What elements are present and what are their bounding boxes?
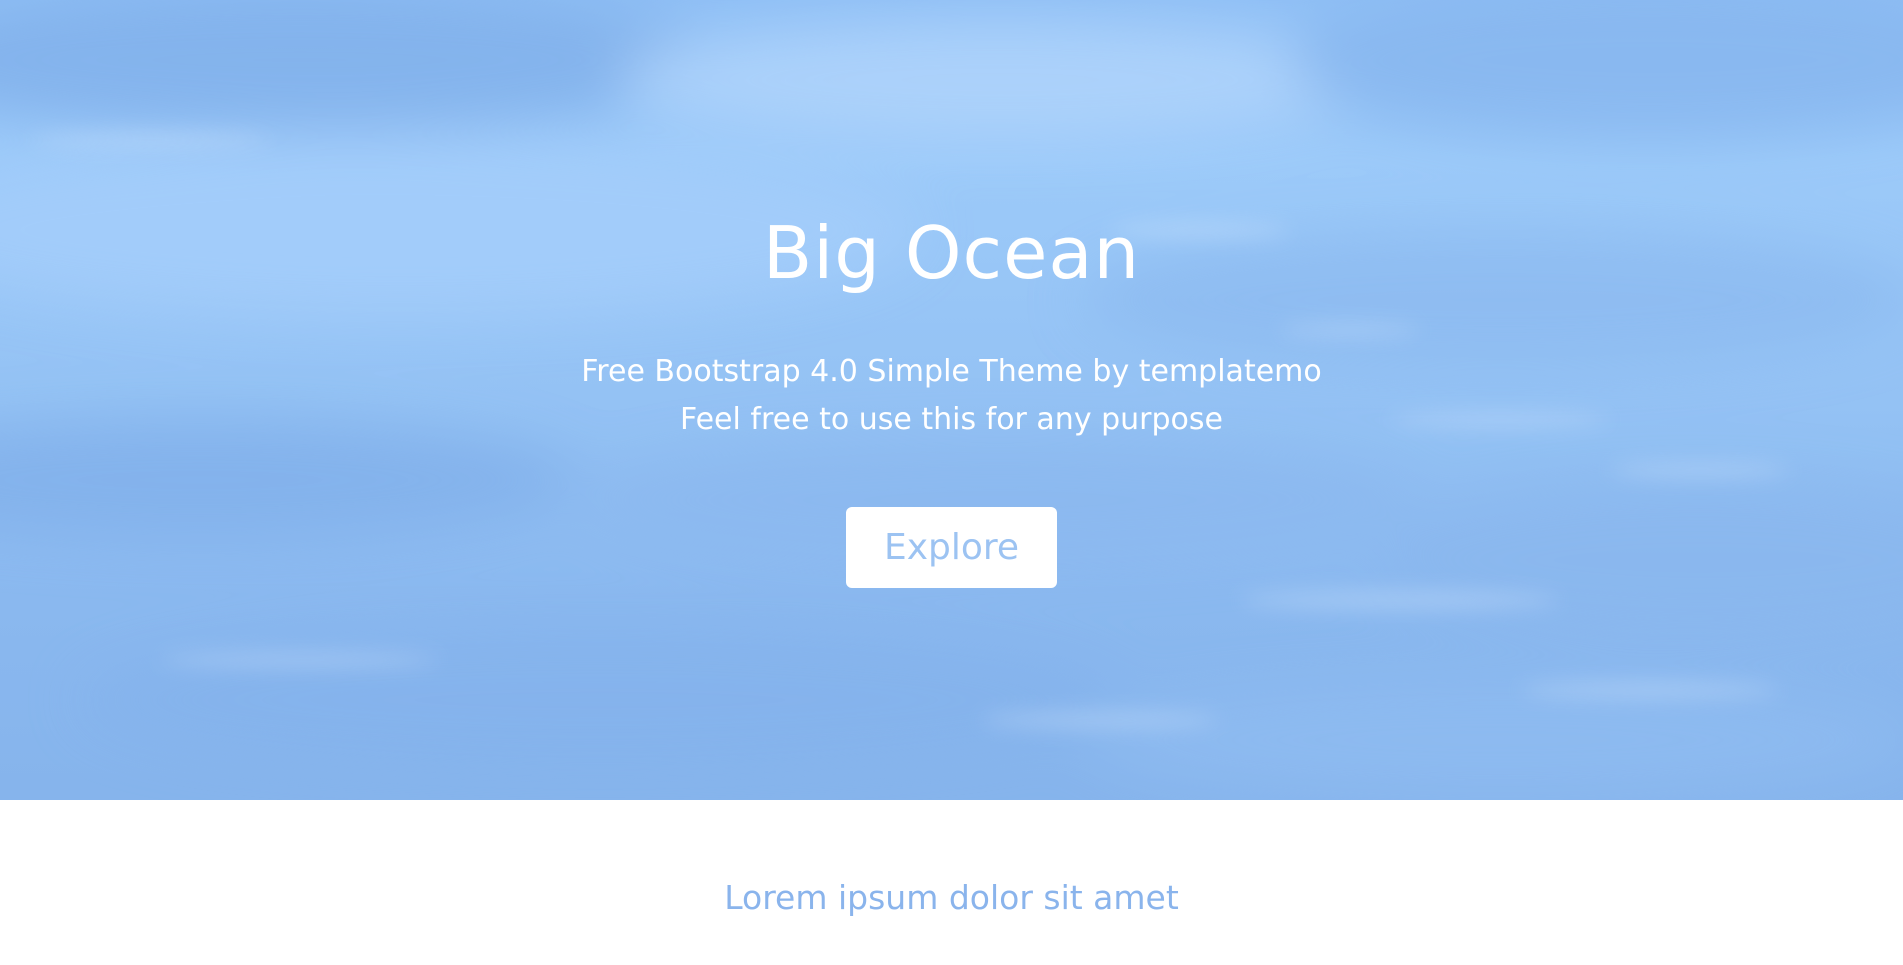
- hero-title: Big Ocean: [762, 211, 1141, 295]
- hero-subtitle-line-2: Feel free to use this for any purpose: [679, 402, 1223, 437]
- section-heading: Lorem ipsum dolor sit amet: [724, 878, 1179, 917]
- hero-section: Big Ocean Free Bootstrap 4.0 Simple Them…: [0, 0, 1903, 800]
- hero-subtitle-line-1: Free Bootstrap 4.0 Simple Theme by templ…: [581, 354, 1322, 389]
- explore-button[interactable]: Explore: [846, 507, 1057, 588]
- hero-content: Big Ocean Free Bootstrap 4.0 Simple Them…: [0, 0, 1903, 800]
